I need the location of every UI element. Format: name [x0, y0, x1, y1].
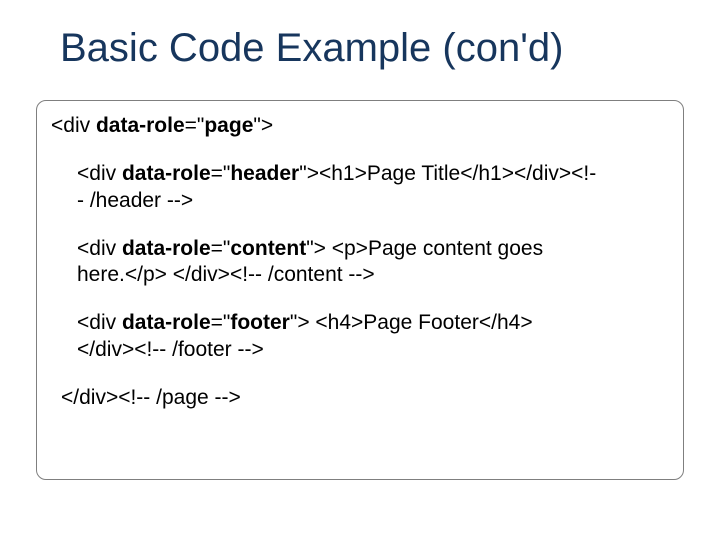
- slide: Basic Code Example (con'd) <div data-rol…: [0, 0, 720, 540]
- code-attr-value: header: [230, 162, 299, 185]
- code-text: ">: [253, 114, 273, 137]
- code-line: - /header -->: [77, 188, 669, 214]
- code-attr: data-role: [122, 311, 211, 334]
- code-text: "> <h4>Page Footer</h4>: [290, 311, 533, 334]
- code-line: <div data-role="content"> <p>Page conten…: [77, 236, 669, 262]
- code-text: <div: [51, 114, 96, 137]
- code-attr: data-role: [122, 237, 211, 260]
- code-text: "><h1>Page Title</h1></div><!-: [299, 162, 596, 185]
- code-line: </div><!-- /footer -->: [77, 337, 669, 363]
- code-line: <div data-role="footer"> <h4>Page Footer…: [77, 310, 669, 336]
- code-text: <div: [77, 311, 122, 334]
- code-line-page-close: </div><!-- /page -->: [51, 385, 669, 411]
- code-text: =": [211, 162, 231, 185]
- code-block-header: <div data-role="header"><h1>Page Title</…: [51, 161, 669, 214]
- code-text: =": [185, 114, 205, 137]
- code-attr-value: content: [230, 237, 306, 260]
- code-attr: data-role: [96, 114, 185, 137]
- code-line: <div data-role="header"><h1>Page Title</…: [77, 161, 669, 187]
- code-example-box: <div data-role="page"> <div data-role="h…: [36, 100, 684, 480]
- code-attr-value: footer: [230, 311, 290, 334]
- slide-title: Basic Code Example (con'd): [60, 26, 680, 71]
- code-text: =": [211, 237, 231, 260]
- code-attr-value: page: [204, 114, 253, 137]
- code-text: "> <p>Page content goes: [306, 237, 543, 260]
- code-text: <div: [77, 237, 122, 260]
- code-block-content: <div data-role="content"> <p>Page conten…: [51, 236, 669, 289]
- code-block-footer: <div data-role="footer"> <h4>Page Footer…: [51, 310, 669, 363]
- code-line: here.</p> </div><!-- /content -->: [77, 262, 669, 288]
- code-text: =": [211, 311, 231, 334]
- code-text: <div: [77, 162, 122, 185]
- code-line-page-open: <div data-role="page">: [51, 113, 669, 139]
- code-attr: data-role: [122, 162, 211, 185]
